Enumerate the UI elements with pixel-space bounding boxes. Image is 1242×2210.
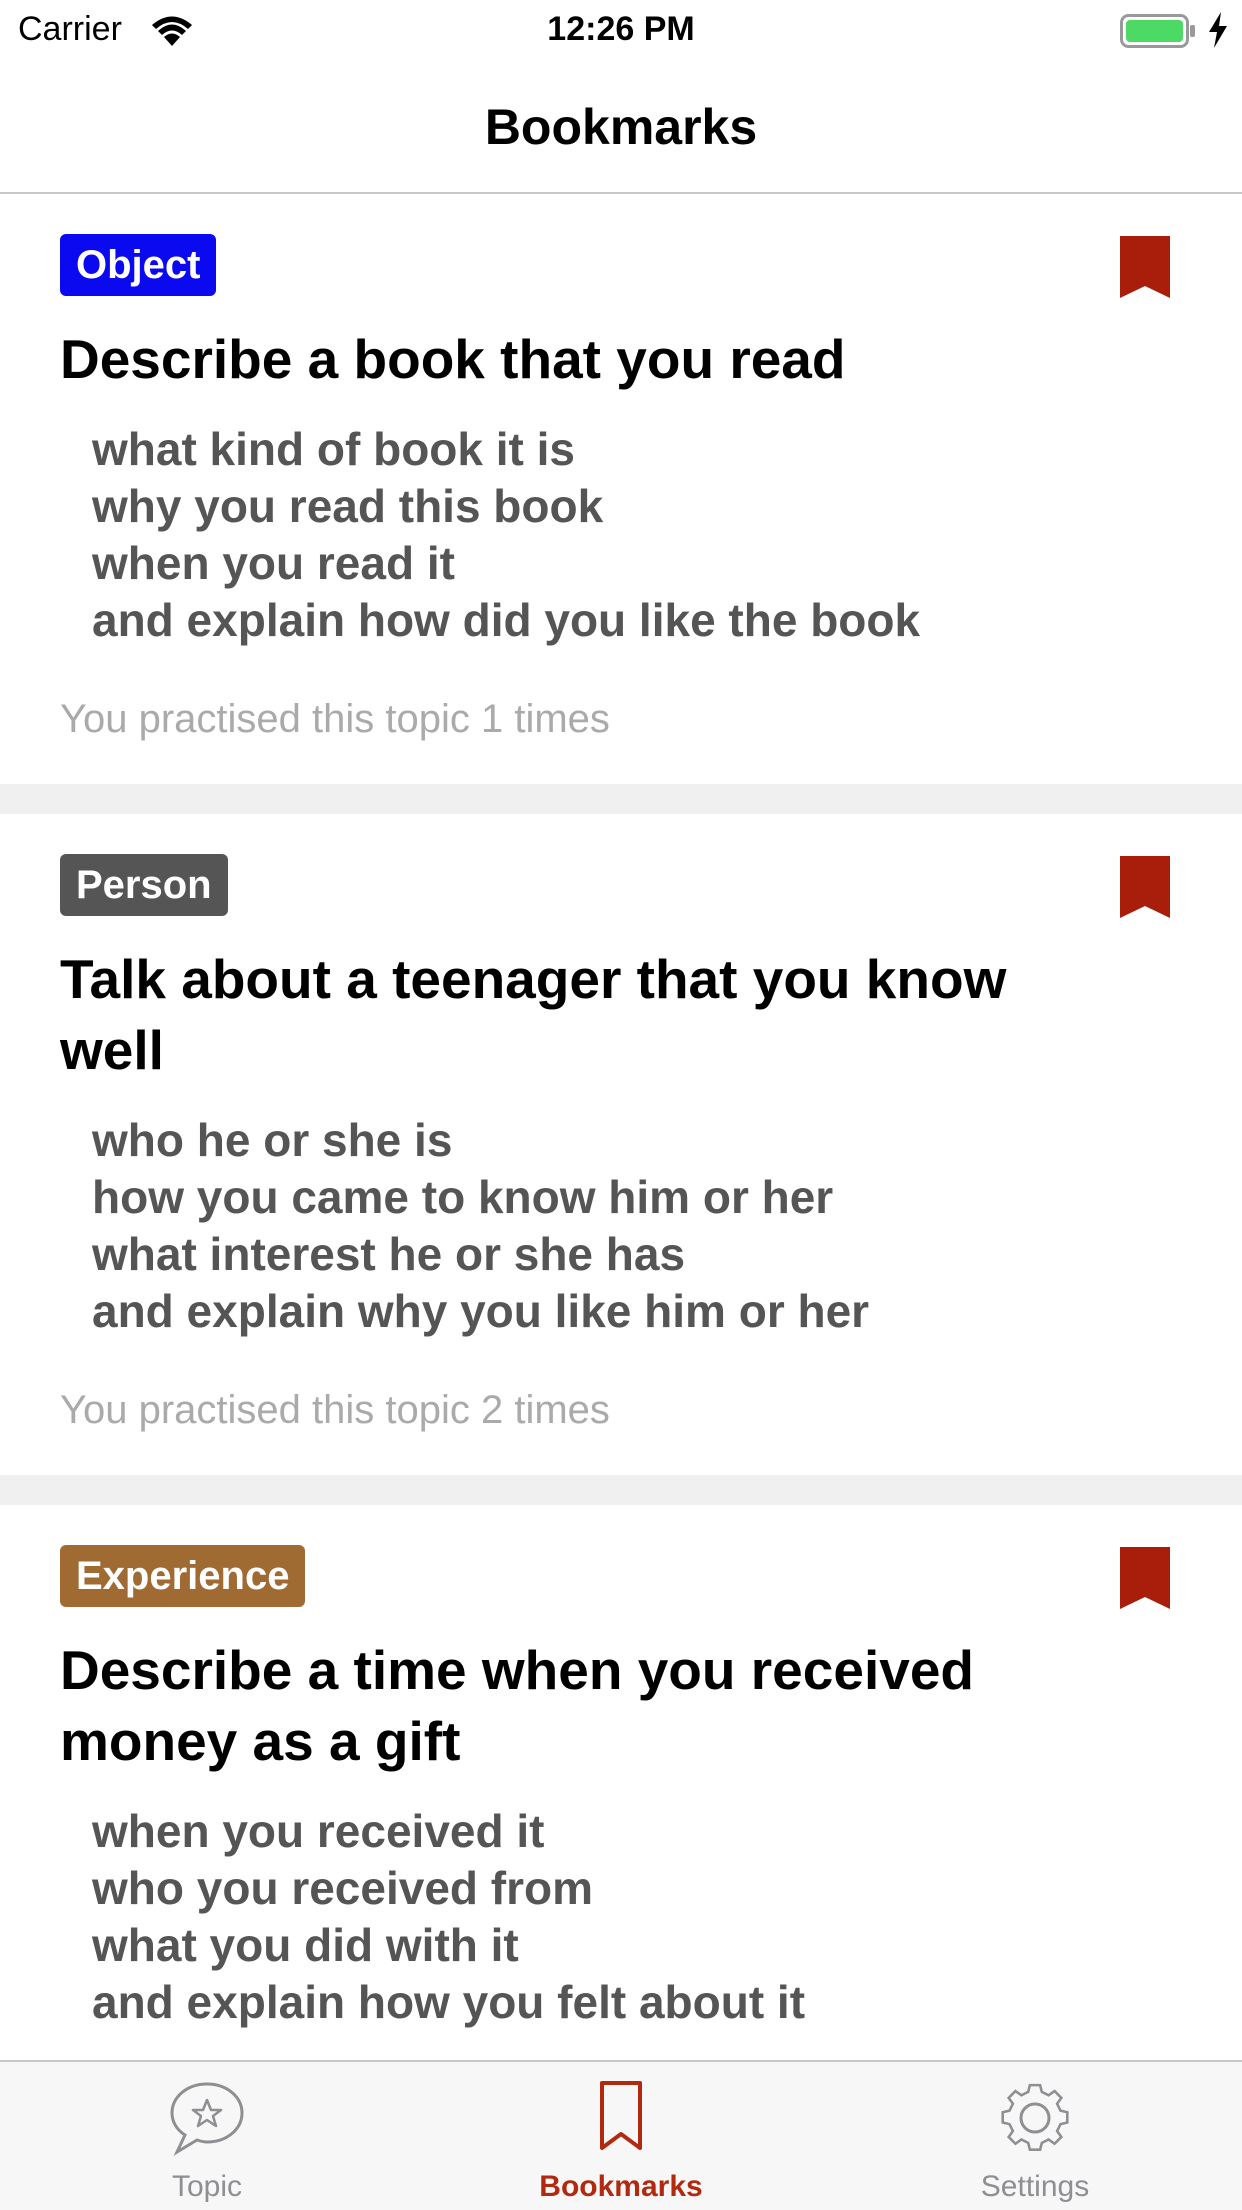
prompt-item: why you read this book (92, 480, 604, 532)
battery-icon (1120, 14, 1195, 48)
prompt-item: when you read it (92, 537, 455, 589)
bookmark-icon[interactable] (1120, 856, 1170, 918)
bookmark-icon (600, 2081, 642, 2150)
bookmark-icon[interactable] (1120, 1547, 1170, 1609)
charging-icon (1209, 12, 1227, 48)
prompt-item: and explain why you like him or her (92, 1285, 870, 1337)
prompt-item: what kind of book it is (92, 423, 575, 475)
prompt-item: and explain how did you like the book (92, 594, 921, 646)
tab-topic[interactable]: Topic (0, 2062, 414, 2210)
chat-star-icon (170, 2082, 244, 2156)
prompt-item: who you received from (92, 1862, 594, 1914)
topic-title: Describe a time when you received money … (60, 1639, 974, 1772)
tab-settings[interactable]: Settings (828, 2062, 1242, 2210)
category-tag: Experience (60, 1545, 306, 1607)
topic-prompts: when you received it who you received fr… (92, 1803, 1182, 2031)
topic-card[interactable]: Experience Describe a time when you rece… (0, 1505, 1242, 2060)
prompt-item: what interest he or she has (92, 1228, 686, 1280)
category-tag: Object (60, 234, 217, 296)
practice-count: You practised this topic 1 times (60, 697, 610, 741)
status-bar: Carrier 12:26 PM (0, 0, 1242, 62)
topic-title: Talk about a teenager that you know well (60, 948, 1007, 1081)
topic-title: Describe a book that you read (60, 328, 846, 390)
prompt-item: when you received it (92, 1805, 545, 1857)
tab-label: Settings (980, 2170, 1090, 2203)
status-time: 12:26 PM (547, 10, 695, 48)
topic-card[interactable]: Person Talk about a teenager that you kn… (0, 814, 1242, 1475)
prompt-item: what you did with it (92, 1919, 519, 1971)
bookmark-list[interactable]: Object Describe a book that you read wha… (0, 194, 1242, 2060)
tab-bookmarks[interactable]: Bookmarks (414, 2062, 828, 2210)
topic-prompts: who he or she is how you came to know hi… (92, 1112, 1182, 1340)
tab-bar: Topic Bookmarks Settings (0, 2060, 1242, 2210)
bookmark-icon[interactable] (1120, 236, 1170, 298)
category-tag: Person (60, 854, 228, 916)
practice-count: You practised this topic 2 times (60, 1388, 610, 1432)
topic-prompts: what kind of book it is why you read thi… (92, 421, 1182, 649)
topic-card[interactable]: Object Describe a book that you read wha… (0, 194, 1242, 784)
tab-label: Topic (171, 2170, 243, 2203)
gear-icon (1001, 2083, 1069, 2151)
prompt-item: how you came to know him or her (92, 1171, 834, 1223)
prompt-item: who he or she is (92, 1114, 453, 1166)
navigation-bar: Bookmarks (0, 62, 1242, 194)
prompt-item: and explain how you felt about it (92, 1976, 806, 2028)
tab-label: Bookmarks (539, 2170, 703, 2203)
page-title: Bookmarks (484, 99, 758, 155)
